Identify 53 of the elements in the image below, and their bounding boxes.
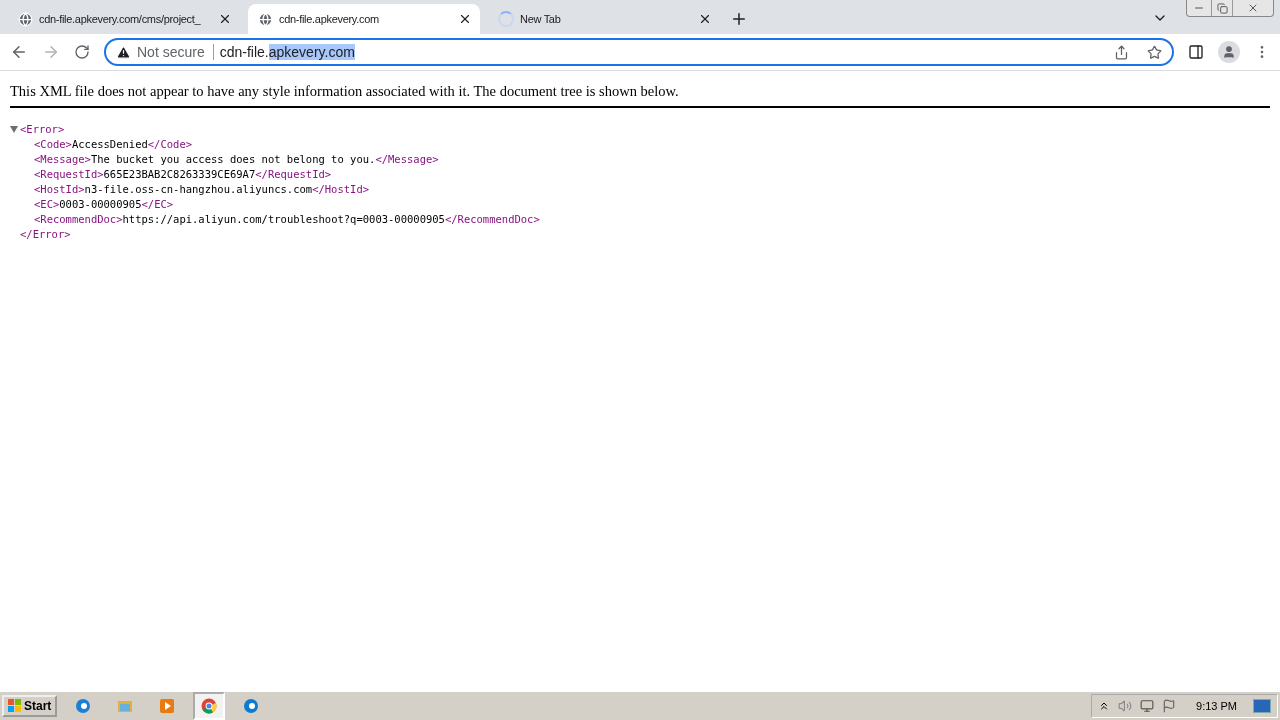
xml-value: https://api.aliyun.com/troubleshoot?q=0003-00000905 <box>122 212 445 227</box>
tab-title: New Tab <box>520 13 562 25</box>
xml-tag: </EC> <box>141 197 174 212</box>
browser-tab[interactable]: cdn-file.apkevery.com/cms/project_ <box>8 4 240 34</box>
xml-tag: </RecommendDoc> <box>444 212 540 227</box>
windows-flag-icon <box>8 699 22 713</box>
xml-tag: <RequestId> <box>34 167 104 182</box>
start-button[interactable]: Start <box>2 695 58 717</box>
globe-icon <box>18 11 33 27</box>
close-icon[interactable] <box>458 12 472 26</box>
xml-tag: </HostId> <box>312 182 370 197</box>
flag-icon[interactable] <box>1162 699 1177 713</box>
xml-tag: </RequestId> <box>255 167 332 182</box>
clock[interactable]: 9:13 PM <box>1196 700 1237 712</box>
xml-tag: <HostId> <box>34 182 85 197</box>
media-player-icon <box>159 698 176 714</box>
xml-value: AccessDenied <box>71 137 148 152</box>
xml-value: 0003-00000905 <box>59 197 142 212</box>
network-icon[interactable] <box>1140 699 1155 713</box>
loading-spinner-icon <box>498 11 514 27</box>
xml-value: 665E23BAB2C8263339CE69A7 <box>103 167 256 182</box>
security-label: Not secure <box>137 44 214 60</box>
warning-icon <box>116 44 131 60</box>
xml-tag: </Error> <box>20 227 71 242</box>
close-icon[interactable] <box>218 12 232 26</box>
close-icon[interactable] <box>698 12 712 26</box>
tab-title: cdn-file.apkevery.com/cms/project_ <box>39 13 202 25</box>
star-icon[interactable] <box>1147 44 1162 60</box>
browser-tab[interactable]: New Tab <box>488 4 720 34</box>
reload-icon[interactable] <box>74 44 90 60</box>
xml-value: n3-file.oss-cn-hangzhou.aliyuncs.com <box>84 182 313 197</box>
xml-tag: <Code> <box>34 137 72 152</box>
share-icon[interactable] <box>1114 44 1129 60</box>
collapse-triangle-icon[interactable] <box>10 126 18 133</box>
xml-tag: </Message> <box>375 152 439 167</box>
address-bar[interactable]: Not secure cdn-file.apkevery.com <box>104 38 1174 66</box>
tab-title: cdn-file.apkevery.com <box>279 13 380 25</box>
xml-tag: </Code> <box>147 137 193 152</box>
url-text: cdn-file.apkevery.com <box>219 44 356 60</box>
profile-icon[interactable] <box>1218 41 1240 63</box>
xml-value: The bucket you access does not belong to you. <box>90 152 376 167</box>
xml-notice: This XML file does not appear to have any style information associated with it. The document tree is shown below. <box>10 83 1270 108</box>
globe-icon <box>258 11 273 27</box>
side-panel-icon[interactable] <box>1188 44 1204 60</box>
xml-tag: <EC> <box>34 197 60 212</box>
xml-tag: <RecommendDoc> <box>34 212 123 227</box>
back-icon[interactable] <box>10 43 28 61</box>
chrome-icon <box>201 698 218 714</box>
taskbar-app[interactable] <box>193 692 226 720</box>
xml-tag: <Error> <box>20 122 65 137</box>
folder-icon <box>117 698 134 714</box>
browser-tab[interactable]: cdn-file.apkevery.com <box>248 4 480 34</box>
xml-tag: <Message> <box>34 152 91 167</box>
